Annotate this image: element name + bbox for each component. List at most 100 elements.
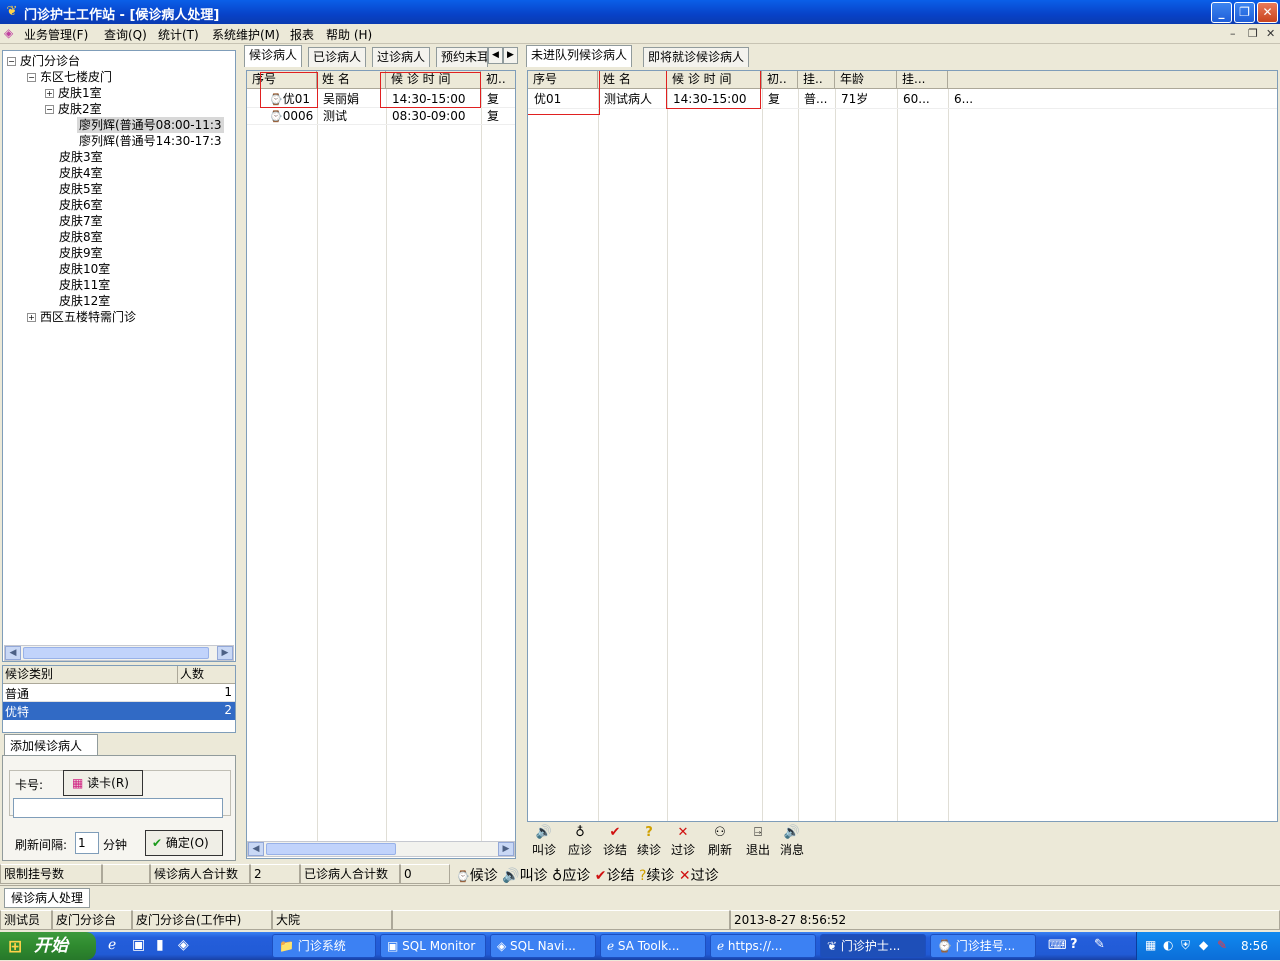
pass-button[interactable]: ✕ 过诊	[671, 825, 695, 858]
scroll-left-icon[interactable]: ◀	[248, 842, 264, 856]
tree-node-room[interactable]: 皮肤11室	[59, 277, 110, 293]
media-icon[interactable]: ▮	[156, 937, 164, 953]
menu-report[interactable]: 报表	[290, 26, 314, 43]
cell-extra[interactable]: 6...	[950, 91, 973, 108]
menu-help[interactable]: 帮助 (H)	[326, 26, 372, 43]
card-number-input[interactable]	[13, 798, 223, 818]
app-icon[interactable]: ◈	[178, 937, 189, 953]
cell-reg[interactable]: 普...	[800, 91, 827, 108]
desktop-icon[interactable]: ▣	[132, 937, 145, 953]
task-button[interactable]: ◈ SQL Navi...	[490, 934, 596, 958]
tree-node-room[interactable]: 皮肤6室	[59, 197, 103, 213]
tree-node-room[interactable]: 皮肤4室	[59, 165, 103, 181]
waiting-patient-grid[interactable]: 序号 姓 名 候 诊 时 间 初.. ⌚优01 吴丽娟 14:30-15:00 …	[246, 70, 516, 859]
tree-node-east[interactable]: − 东区七楼皮门	[27, 69, 112, 85]
tree-node-room2[interactable]: − 皮肤2室	[45, 101, 102, 117]
tab-upcoming[interactable]: 即将就诊候诊病人	[643, 47, 750, 67]
restore-button[interactable]: ❐	[1234, 2, 1255, 23]
queue-patient-grid[interactable]: 序号 姓 名 候 诊 时 间 初.. 挂.. 年龄 挂... 优01 测试病人 …	[527, 70, 1278, 822]
tree-node-room1[interactable]: + 皮肤1室	[45, 85, 102, 101]
tree-node-room[interactable]: 皮肤10室	[59, 261, 110, 277]
cell-time[interactable]: 08:30-09:00	[388, 108, 466, 125]
tree-node-root[interactable]: − 皮门分诊台	[7, 53, 80, 69]
task-button[interactable]: ⌚ 门诊挂号...	[930, 934, 1036, 958]
cell-name[interactable]: 测试	[319, 108, 347, 125]
message-button[interactable]: 🔊 消息	[780, 825, 804, 858]
scroll-thumb[interactable]	[266, 843, 396, 855]
ie-icon[interactable]: ℯ	[108, 937, 116, 953]
confirm-button[interactable]: ✔ 确定(O)	[145, 830, 223, 856]
mdi-restore-button[interactable]: ❐	[1248, 27, 1258, 40]
tree-node-west[interactable]: + 西区五楼特需门诊	[27, 309, 136, 325]
scroll-thumb[interactable]	[23, 647, 209, 659]
cell-name[interactable]: 吴丽娟	[319, 91, 359, 108]
input-method-icon[interactable]: ✎	[1094, 937, 1105, 952]
mdi-minimize-button[interactable]: –	[1230, 27, 1236, 40]
tree-node-doctor1[interactable]: 廖列辉(普通号08:00-11:3	[77, 117, 224, 133]
tree-node-room[interactable]: 皮肤9室	[59, 245, 103, 261]
help-icon[interactable]: ?	[1070, 937, 1078, 952]
tab-missed[interactable]: 过诊病人	[372, 47, 431, 67]
col-name-header[interactable]: 姓 名	[317, 71, 386, 89]
task-button[interactable]: ℯ SA Toolk...	[600, 934, 706, 958]
tab-scroll-right-icon[interactable]: ▶	[503, 47, 518, 64]
task-button[interactable]: ℯ https://...	[710, 934, 816, 958]
tab-add-patient[interactable]: 添加候诊病人	[4, 734, 98, 756]
minimize-button[interactable]: _	[1211, 2, 1232, 23]
tree-node-room[interactable]: 皮肤7室	[59, 213, 103, 229]
col-reg-header[interactable]: 挂..	[798, 71, 835, 89]
cell-age[interactable]: 71岁	[837, 91, 868, 108]
close-button[interactable]: ✕	[1257, 2, 1278, 23]
cell-fee[interactable]: 60...	[899, 91, 930, 108]
finish-button[interactable]: ✔ 诊结	[603, 825, 627, 858]
exit-button[interactable]: ⍈ 退出	[746, 825, 770, 858]
col-name-header[interactable]: 姓 名	[598, 71, 667, 89]
scroll-right-icon[interactable]: ▶	[498, 842, 514, 856]
col-age-header[interactable]: 年龄	[835, 71, 897, 89]
tab-waiting[interactable]: 候诊病人	[244, 45, 303, 67]
security-icon[interactable]: ⛨	[1181, 938, 1190, 953]
tree-node-room[interactable]: 皮肤5室	[59, 181, 103, 197]
category-row-selected[interactable]: 优特 2	[3, 702, 235, 720]
cell-type[interactable]: 复	[483, 108, 499, 125]
respond-button[interactable]: ♁ 应诊	[568, 825, 592, 858]
cell-type[interactable]: 复	[483, 91, 499, 108]
window-tab[interactable]: 候诊病人处理	[4, 888, 91, 908]
app-menu-icon[interactable]: ◈	[4, 26, 13, 40]
cell-type[interactable]: 复	[764, 91, 780, 108]
interval-input[interactable]: 1	[75, 832, 99, 854]
table-row[interactable]: ⌚0006	[265, 108, 317, 125]
tree-node-room[interactable]: 皮肤12室	[59, 293, 110, 309]
refresh-button[interactable]: ⚇ 刷新	[708, 825, 732, 858]
tab-appointment[interactable]: 预约未耳	[436, 47, 488, 67]
tab-scroll-left-icon[interactable]: ◀	[488, 47, 503, 64]
tree-hscrollbar[interactable]: ◀ ▶	[4, 645, 234, 661]
col-fee-header[interactable]: 挂...	[897, 71, 948, 89]
mdi-close-button[interactable]: ✕	[1266, 27, 1275, 40]
tree-node-doctor2[interactable]: 廖列辉(普通号14:30-17:3	[79, 133, 222, 149]
tree-node-room[interactable]: 皮肤8室	[59, 229, 103, 245]
tree-node-room[interactable]: 皮肤3室	[59, 149, 103, 165]
col-type-header[interactable]: 初..	[481, 71, 515, 89]
grid-hscrollbar[interactable]: ◀ ▶	[247, 841, 515, 857]
col-type-header[interactable]: 初..	[762, 71, 798, 89]
task-button[interactable]: ▣ SQL Monitor	[380, 934, 486, 958]
col-extra-header[interactable]	[948, 71, 1277, 89]
menu-stats[interactable]: 统计(T)	[158, 26, 199, 43]
tray-pen-icon[interactable]: ✎	[1217, 938, 1227, 952]
tab-done[interactable]: 已诊病人	[308, 47, 367, 67]
volume-icon[interactable]: ◐	[1163, 938, 1173, 952]
call-button[interactable]: 🔊 叫诊	[532, 825, 556, 858]
scroll-right-icon[interactable]: ▶	[217, 646, 233, 660]
scroll-left-icon[interactable]: ◀	[5, 646, 21, 660]
keyboard-icon[interactable]: ⌨	[1048, 938, 1067, 953]
menu-system[interactable]: 系统维护(M)	[212, 26, 280, 43]
tab-not-queued[interactable]: 未进队列候诊病人	[526, 45, 633, 67]
read-card-button[interactable]: ▦ 读卡(R)	[63, 770, 143, 796]
cell-name[interactable]: 测试病人	[600, 91, 652, 108]
department-tree[interactable]: − 皮门分诊台 − 东区七楼皮门 + 皮肤1室 − 皮肤2室 廖列辉(普通号08:00-…	[2, 50, 236, 662]
start-button[interactable]: ⊞ 开始	[0, 932, 96, 960]
task-button[interactable]: 📁 门诊系统	[272, 934, 376, 958]
menu-query[interactable]: 查询(Q)	[104, 26, 147, 43]
tray-app-icon[interactable]: ◆	[1199, 938, 1208, 952]
